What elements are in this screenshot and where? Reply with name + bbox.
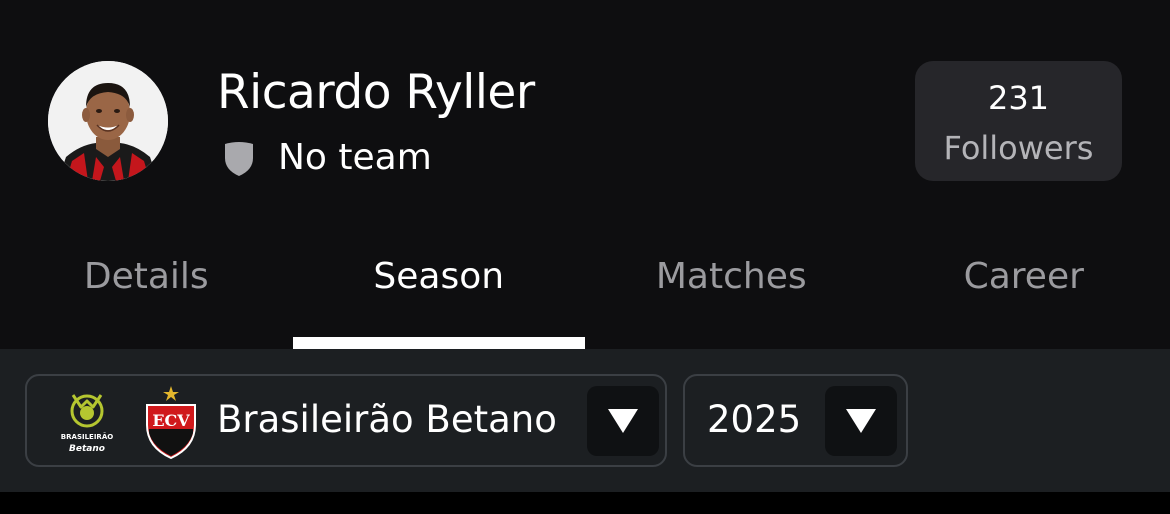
profile-tabs: Details Season Matches Career <box>0 240 1170 350</box>
svg-text:Betano: Betano <box>69 444 105 454</box>
player-avatar[interactable] <box>48 61 168 181</box>
active-tab-indicator <box>292 337 585 349</box>
followers-count: 231 <box>987 79 1050 117</box>
tab-details[interactable]: Details <box>0 240 293 350</box>
season-select[interactable]: 2025 <box>683 374 908 467</box>
player-profile-page: Ricardo Ryller No team 231 Followers Det… <box>0 0 1170 514</box>
chevron-down-icon <box>608 409 638 433</box>
player-name: Ricardo Ryller <box>217 65 535 120</box>
tab-season[interactable]: Season <box>292 240 585 350</box>
team-row[interactable]: No team <box>222 136 432 180</box>
chevron-down-icon <box>846 409 876 433</box>
club-crest-icon: ECV <box>143 385 199 460</box>
tab-label: Career <box>963 256 1084 297</box>
svg-text:BRASILEIRÃO: BRASILEIRÃO <box>61 432 113 441</box>
player-photo-icon <box>48 61 168 181</box>
bottom-divider <box>0 492 1170 514</box>
season-label: 2025 <box>707 398 802 441</box>
competition-label: Brasileirão Betano <box>217 398 557 441</box>
tab-label: Season <box>373 256 505 297</box>
player-header: Ricardo Ryller No team 231 Followers <box>0 0 1170 240</box>
followers-card[interactable]: 231 Followers <box>915 61 1122 181</box>
competition-select[interactable]: BRASILEIRÃO Betano ECV Brasileirão Betan… <box>25 374 667 467</box>
season-dropdown-button[interactable] <box>825 386 897 456</box>
shield-icon <box>222 139 256 177</box>
team-name: No team <box>278 137 432 178</box>
tab-label: Details <box>83 256 209 297</box>
season-filter-bar: BRASILEIRÃO Betano ECV Brasileirão Betan… <box>0 349 1170 492</box>
competition-dropdown-button[interactable] <box>587 386 659 456</box>
league-logo-icon: BRASILEIRÃO Betano <box>59 387 115 457</box>
svg-text:ECV: ECV <box>152 411 190 430</box>
tab-matches[interactable]: Matches <box>585 240 878 350</box>
followers-label: Followers <box>943 129 1094 167</box>
tab-career[interactable]: Career <box>878 240 1170 350</box>
tab-label: Matches <box>655 256 807 297</box>
